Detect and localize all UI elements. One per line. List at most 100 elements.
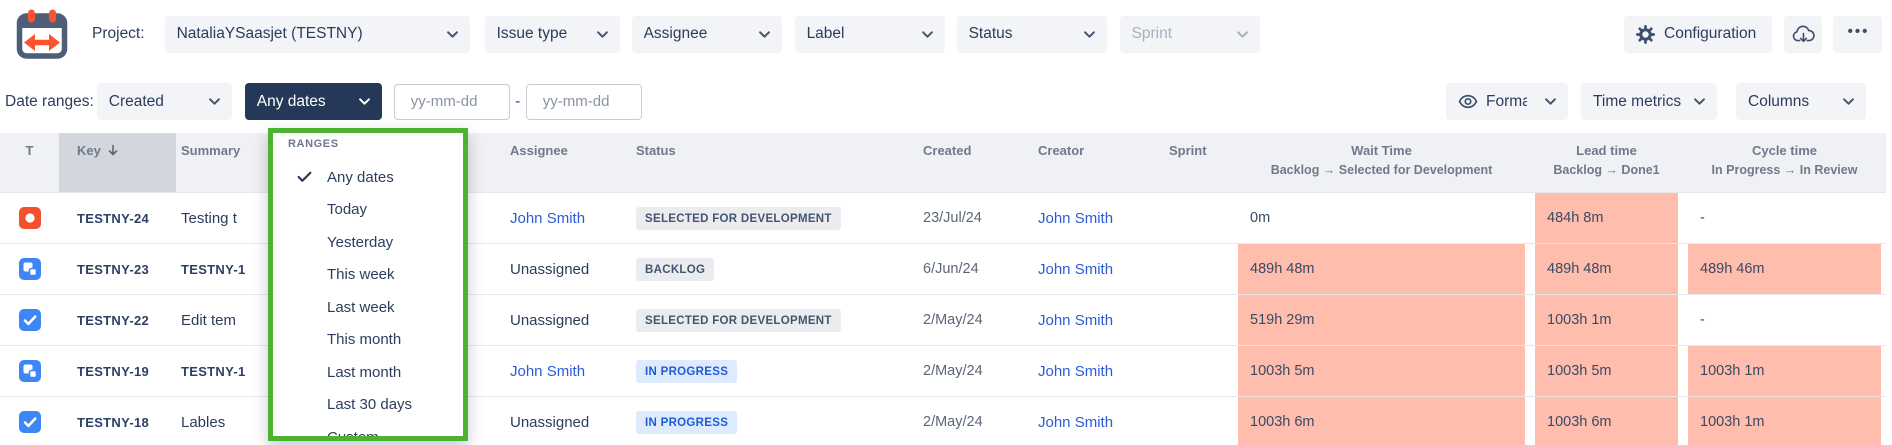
header-cycle-time-transition: In Progress → In Review [1683,163,1886,177]
date-ranges-bar: Date ranges: Created Any dates - Format … [0,68,1892,135]
wait-time-cell: 519h 29m [1238,295,1525,345]
issue-type-filter[interactable]: Issue type [485,16,620,53]
issue-key[interactable]: TESTNY-18 [77,415,149,430]
creator-link[interactable]: John Smith [1038,363,1113,380]
header-status[interactable]: Status [625,133,915,192]
assignee-value[interactable]: John Smith [510,210,585,227]
issue-summary[interactable]: Edit tem [181,312,236,329]
check-icon [297,171,312,183]
assignee-value[interactable]: Unassigned [510,414,589,431]
issue-summary[interactable]: TESTNY-1 [181,364,246,379]
wait-time-cell: 1003h 6m [1238,397,1525,445]
task-icon [19,411,41,433]
lead-time-cell: 1003h 6m [1535,397,1678,445]
issue-type-cell [0,193,59,243]
sort-desc-icon [108,144,118,157]
toolbar-right-group: Configuration ••• [1624,16,1882,53]
cycle-time-cell: 1003h 1m [1688,346,1881,396]
issue-summary[interactable]: Lables [181,414,225,431]
created-date: 6/Jun/24 [923,261,979,277]
issue-key[interactable]: TESTNY-23 [77,262,149,277]
ellipsis-icon: ••• [1848,23,1870,40]
cycle-time-cell: 489h 46m [1688,244,1881,294]
status-badge: SELECTED FOR DEVELOPMENT [636,309,841,332]
issue-summary[interactable]: Testing t [181,210,237,227]
created-date: 2/May/24 [923,363,983,379]
header-wait-time-transition: Backlog → Selected for Development [1233,163,1530,177]
assignee-value[interactable]: John Smith [510,363,585,380]
header-lead-time[interactable]: Lead time Backlog → Done1 [1530,133,1683,192]
header-sprint[interactable]: Sprint [1155,133,1233,192]
project-select[interactable]: NataliaYSaasjet (TESTNY) [165,16,470,53]
lead-time-cell: 484h 8m [1535,193,1678,243]
ranges-menu-item[interactable]: Today [273,194,463,227]
lead-time-cell: 489h 48m [1535,244,1678,294]
chevron-down-icon [359,98,370,105]
assignee-value[interactable]: Unassigned [510,261,589,278]
date-range-select[interactable]: Any dates [245,83,382,120]
issue-key[interactable]: TESTNY-24 [77,211,149,226]
label-filter[interactable]: Label [795,16,945,53]
ranges-menu-title: RANGES [288,138,463,152]
issue-summary[interactable]: TESTNY-1 [181,262,246,277]
wait-time-cell: 0m [1238,193,1525,243]
status-filter[interactable]: Status [957,16,1107,53]
header-assignee[interactable]: Assignee [500,133,625,192]
created-date: 2/May/24 [923,414,983,430]
gear-icon [1636,25,1655,44]
header-lead-time-transition: Backlog → Done1 [1530,163,1683,177]
lead-time-cell: 1003h 5m [1535,346,1678,396]
status-badge: BACKLOG [636,258,714,281]
ranges-menu-item[interactable]: Last week [273,291,463,324]
header-key[interactable]: Key [59,133,176,192]
header-type[interactable]: T [0,133,59,192]
ranges-menu-item[interactable]: Yesterday [273,226,463,259]
assignee-filter[interactable]: Assignee [632,16,782,53]
date-field-select[interactable]: Created [97,83,232,120]
date-separator: - [510,93,526,110]
columns-button[interactable]: Columns [1736,83,1866,120]
configuration-button[interactable]: Configuration [1624,16,1772,53]
issue-key[interactable]: TESTNY-22 [77,313,149,328]
creator-link[interactable]: John Smith [1038,414,1113,431]
eye-icon [1458,94,1478,109]
ranges-menu-item[interactable]: Any dates [273,161,463,194]
header-creator[interactable]: Creator [1030,133,1155,192]
cycle-time-cell: 1003h 1m [1688,397,1881,445]
time-metrics-button[interactable]: Time metrics [1581,83,1717,120]
subtask-icon [19,360,41,382]
header-cycle-time[interactable]: Cycle time In Progress → In Review [1683,133,1886,192]
format-button[interactable]: Format [1446,83,1568,120]
header-created[interactable]: Created [915,133,1030,192]
creator-link[interactable]: John Smith [1038,261,1113,278]
date-to-input[interactable] [526,84,642,120]
chevron-down-icon [1084,31,1095,38]
date-from-input[interactable] [394,84,510,120]
ranges-menu-item[interactable]: Last 30 days [273,389,463,422]
ranges-dropdown-menu: RANGES Any dates Today Yesterday This we… [268,128,468,441]
issue-type-cell [0,346,59,396]
more-actions-button[interactable]: ••• [1833,16,1882,53]
status-badge: IN PROGRESS [636,360,737,383]
cycle-time-cell: - [1688,193,1881,243]
cycle-time-cell: - [1688,295,1881,345]
chevron-down-icon [1694,98,1705,105]
ranges-menu-item[interactable]: Custom [273,421,463,441]
chevron-down-icon [209,98,220,105]
creator-link[interactable]: John Smith [1038,312,1113,329]
project-label: Project: [92,25,145,43]
header-wait-time[interactable]: Wait Time Backlog → Selected for Develop… [1233,133,1530,192]
bug-icon [19,207,41,229]
chevron-down-icon [922,31,933,38]
creator-link[interactable]: John Smith [1038,210,1113,227]
issue-type-cell [0,397,59,445]
wait-time-cell: 489h 48m [1238,244,1525,294]
issue-key[interactable]: TESTNY-19 [77,364,149,379]
chevron-down-icon [597,31,608,38]
assignee-value[interactable]: Unassigned [510,312,589,329]
cloud-download-icon [1792,24,1815,44]
ranges-menu-item[interactable]: Last month [273,356,463,389]
ranges-menu-item[interactable]: This week [273,259,463,292]
ranges-menu-item[interactable]: This month [273,324,463,357]
export-button[interactable] [1784,16,1822,53]
